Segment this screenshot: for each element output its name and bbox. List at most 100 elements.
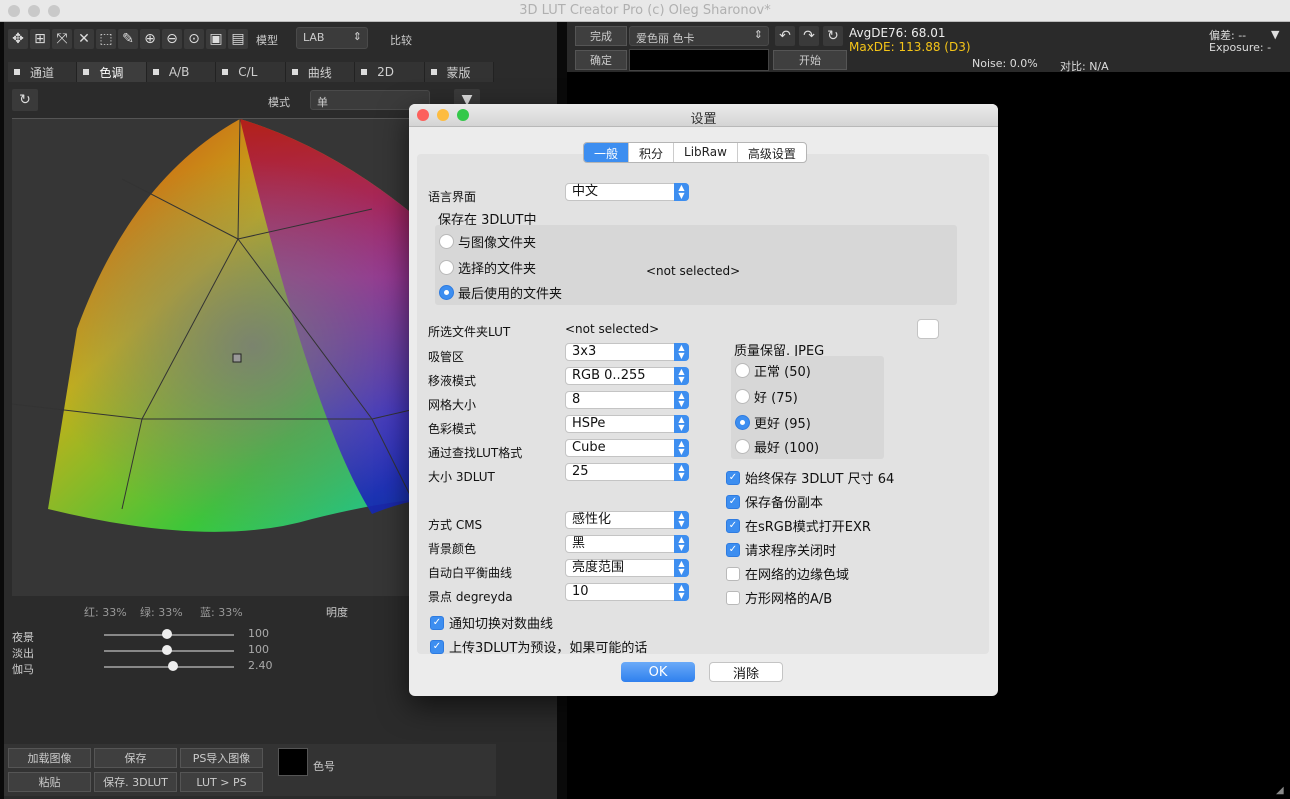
zoom-fit-icon[interactable]: ⊙ (184, 29, 204, 49)
tab-mask[interactable]: 蒙版 (424, 62, 494, 82)
field-label: 大小 3DLUT (428, 470, 495, 484)
slider-thumb[interactable] (168, 661, 178, 671)
eyedropper-area-select[interactable]: 3x3 ▲ ▼ (565, 343, 689, 361)
undo-icon[interactable]: ↶ (775, 26, 795, 46)
color-mode-select[interactable]: HSPe ▲ ▼ (565, 415, 689, 433)
grid-tool-icon[interactable]: ⊞ (30, 29, 50, 49)
dropdown-arrow-icon[interactable]: ▼ (1271, 28, 1279, 41)
chosen-folder-path: <not selected> (646, 264, 741, 278)
lut-to-ps-button[interactable]: LUT > PS (180, 772, 263, 792)
contrast-readout: 对比: N/A (1060, 60, 1109, 73)
checkbox-gamut-edge[interactable]: 在网络的边缘色域 (726, 564, 849, 583)
tab-advanced[interactable]: 高级设置 (738, 143, 806, 162)
jpeg-option-better[interactable]: 更好 (95) (735, 413, 811, 432)
select-value: 黑 (572, 536, 586, 551)
field-label: 移液模式 (428, 374, 477, 388)
ok-button[interactable]: OK (621, 662, 695, 682)
updown-icon: ▲ ▼ (674, 583, 689, 601)
language-select[interactable]: 中文 ▲ ▼ (565, 183, 689, 201)
tab-cl[interactable]: C/L (216, 62, 286, 82)
grid-size-select[interactable]: 8 ▲ ▼ (565, 391, 689, 409)
radio-label: 与图像文件夹 (458, 236, 537, 251)
frame-icon[interactable]: ▣ (206, 29, 226, 49)
checkbox-indicator: ✓ (726, 518, 740, 533)
tab-general[interactable]: 一般 (584, 143, 630, 162)
reset-icon[interactable]: ↻ (12, 89, 38, 111)
table-icon[interactable]: ▤ (228, 29, 248, 49)
compare-button[interactable]: 比较 (390, 32, 412, 48)
save-option-chosen-folder[interactable]: 选择的文件夹 (439, 258, 536, 277)
paste-button[interactable]: 粘贴 (8, 772, 91, 792)
checkbox-log-curve-notify[interactable]: ✓ 通知切换对数曲线 (430, 613, 553, 632)
save-3dlut-button[interactable]: 保存. 3DLUT (94, 772, 177, 792)
save-button[interactable]: 保存 (94, 748, 177, 768)
model-select[interactable]: LAB ⇕ (296, 27, 368, 49)
jpeg-option-normal[interactable]: 正常 (50) (735, 361, 811, 380)
auto-wb-curve-select[interactable]: 亮度范围 ▲ ▼ (565, 559, 689, 577)
tab-curves[interactable]: 曲线 (285, 62, 356, 82)
select-value: 亮度范围 (572, 560, 625, 575)
redo-icon[interactable]: ↷ (799, 26, 819, 46)
checkbox-square-ab-grid[interactable]: 方形网格的A/B (726, 588, 832, 607)
radio-indicator (439, 285, 454, 300)
lut-size-select[interactable]: 25 ▲ ▼ (565, 463, 689, 481)
tab-ab[interactable]: A/B (146, 62, 217, 82)
tab-hue[interactable]: 色调 (77, 62, 147, 82)
checkbox-srgb-exr[interactable]: ✓ 在sRGB模式打开EXR (726, 516, 871, 535)
load-image-button[interactable]: 加载图像 (8, 748, 91, 768)
preset-select[interactable]: 爱色丽 色卡 ⇕ (629, 26, 769, 46)
pipette-mode-select[interactable]: RGB 0..255 ▲ ▼ (565, 367, 689, 385)
checkbox-backup-copy[interactable]: ✓ 保存备份副本 (726, 492, 823, 511)
slider-thumb[interactable] (162, 645, 172, 655)
updown-icon: ▲ ▼ (674, 439, 689, 457)
save-option-image-folder[interactable]: 与图像文件夹 (439, 232, 536, 251)
refresh-icon[interactable]: ↻ (823, 26, 843, 46)
point-degree-select[interactable]: 10 ▲ ▼ (565, 583, 689, 601)
field-label: 色彩模式 (428, 422, 477, 436)
mode-label: 模式 (268, 96, 290, 109)
selected-folder-label: 所选文件夹LUT (428, 325, 511, 339)
save-option-last-folder[interactable]: 最后使用的文件夹 (439, 283, 562, 302)
background-color-select[interactable]: 黑 ▲ ▼ (565, 535, 689, 553)
start-button[interactable]: 开始 (773, 50, 847, 70)
eyedropper-icon[interactable]: ✎ (118, 29, 138, 49)
move-tool-icon[interactable]: ✥ (8, 29, 28, 49)
zoom-in-icon[interactable]: ⊕ (140, 29, 160, 49)
slider-thumb[interactable] (162, 629, 172, 639)
tab-marker-icon (222, 69, 229, 75)
radio-label: 更好 (95) (754, 417, 811, 432)
expand-tool-icon[interactable]: ⤧ (52, 29, 72, 49)
select-value: 25 (572, 464, 589, 479)
select-tool-icon[interactable]: ⬚ (96, 29, 116, 49)
color-swatch[interactable] (278, 748, 308, 776)
folder-choose-button[interactable] (917, 319, 939, 339)
checkbox-always-save-64[interactable]: ✓ 始终保存 3DLUT 尺寸 64 (726, 468, 894, 487)
field-label: 通过查找LUT格式 (428, 446, 523, 460)
slider-label: 伽马 (12, 663, 34, 676)
cms-method-select[interactable]: 感性化 ▲ ▼ (565, 511, 689, 529)
cross-tool-icon[interactable]: ✕ (74, 29, 94, 49)
jpeg-option-best[interactable]: 最好 (100) (735, 437, 819, 456)
tab-libraw[interactable]: LibRaw (674, 143, 738, 162)
window-titlebar: 3D LUT Creator Pro (c) Oleg Sharonov* (0, 0, 1290, 22)
checkbox-ask-on-close[interactable]: ✓ 请求程序关闭时 (726, 540, 836, 559)
checkbox-indicator: ✓ (726, 470, 740, 485)
tab-integral[interactable]: 积分 (629, 143, 675, 162)
ps-import-button[interactable]: PS导入图像 (180, 748, 263, 768)
preset-value: 爱色丽 色卡 (636, 32, 695, 45)
jpeg-option-good[interactable]: 好 (75) (735, 387, 798, 406)
radio-label: 选择的文件夹 (458, 262, 537, 277)
done-button[interactable]: 完成 (575, 26, 627, 46)
lut-format-select[interactable]: Cube ▲ ▼ (565, 439, 689, 457)
resize-grip-icon[interactable]: ◢ (1276, 785, 1288, 797)
tab-2d[interactable]: 2D (355, 62, 425, 82)
tab-channels[interactable]: 通道 (8, 62, 78, 82)
radio-indicator (735, 389, 750, 404)
cancel-button[interactable]: 消除 (709, 662, 783, 682)
checkbox-indicator (726, 590, 740, 605)
confirm-button[interactable]: 确定 (575, 50, 627, 70)
select-value: 感性化 (572, 512, 612, 527)
zoom-out-icon[interactable]: ⊖ (162, 29, 182, 49)
checkbox-upload-preset[interactable]: ✓ 上传3DLUT为预设，如果可能的话 (430, 637, 647, 656)
settings-tabs: 一般 积分 LibRaw 高级设置 (583, 142, 807, 163)
